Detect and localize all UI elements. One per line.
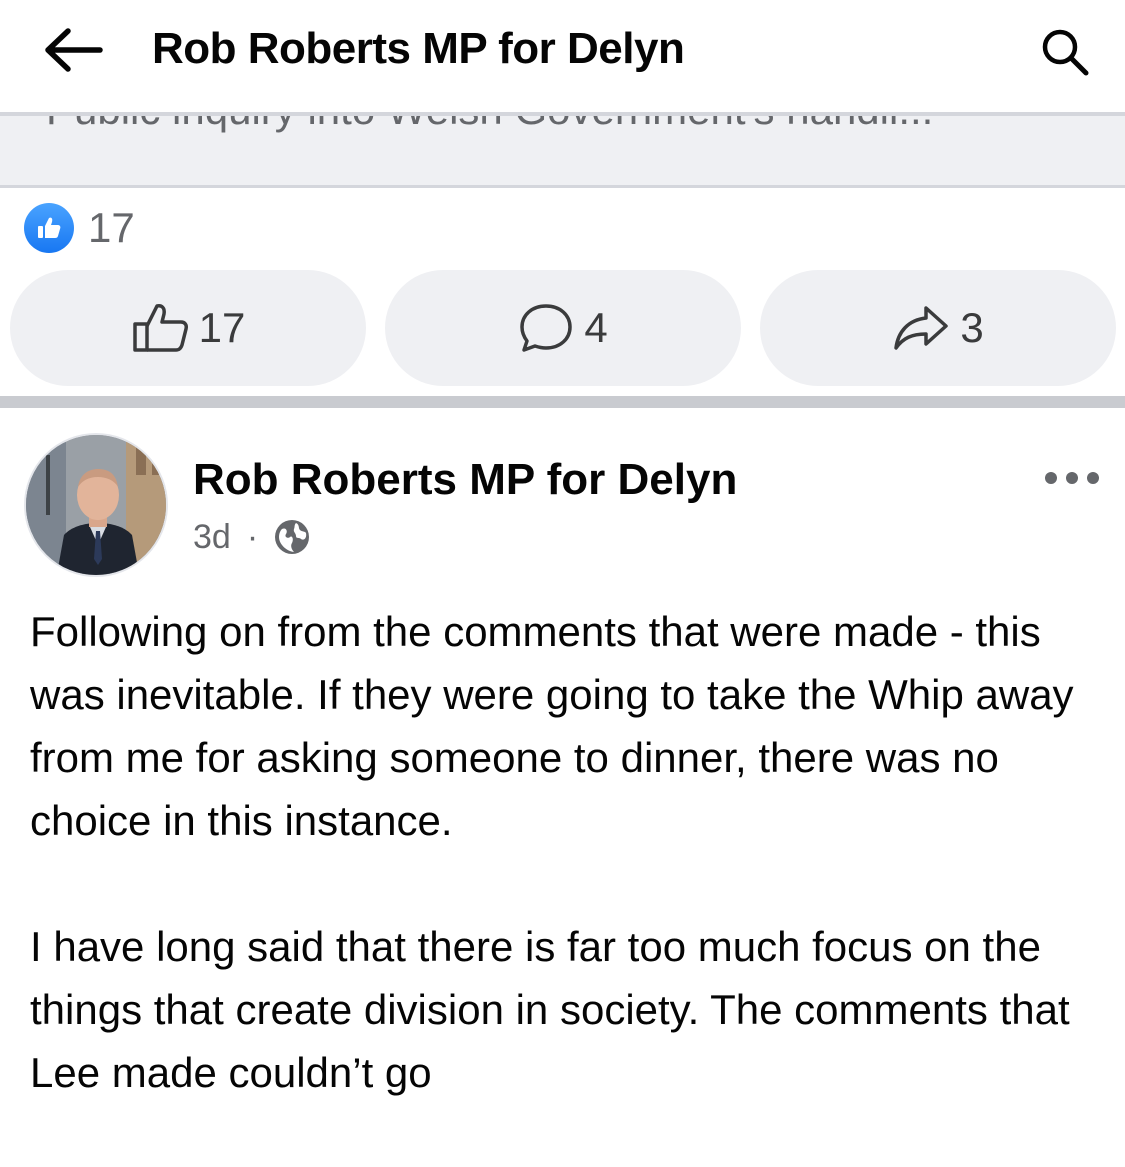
feed-divider xyxy=(0,396,1125,408)
post-paragraph: Following on from the comments that were… xyxy=(30,608,1074,844)
globe-icon xyxy=(275,520,310,554)
comment-bubble-icon xyxy=(520,304,573,352)
share-arrow-icon xyxy=(894,306,949,350)
reaction-summary[interactable]: 17 xyxy=(24,200,135,256)
like-button[interactable]: 17 xyxy=(10,270,366,386)
share-button[interactable]: 3 xyxy=(760,270,1116,386)
reaction-count: 17 xyxy=(88,204,135,251)
back-button[interactable] xyxy=(38,20,108,80)
top-bar: Rob Roberts MP for Delyn xyxy=(0,0,1125,112)
search-button[interactable] xyxy=(1032,22,1098,82)
search-icon xyxy=(1042,29,1089,76)
post-meta: 3d · xyxy=(193,515,310,559)
more-options-button[interactable] xyxy=(1040,456,1104,500)
like-count: 17 xyxy=(198,304,246,351)
post-actions: 17 4 3 xyxy=(10,270,1116,386)
thumbs-up-icon xyxy=(132,304,188,352)
like-reaction-icon xyxy=(24,203,74,253)
comment-count: 4 xyxy=(584,304,608,351)
share-count: 3 xyxy=(960,304,984,351)
page-title: Rob Roberts MP for Delyn xyxy=(152,24,685,73)
more-horizontal-icon xyxy=(1045,472,1099,484)
arrow-left-icon xyxy=(45,28,103,72)
post-paragraph: I have long said that there is far too m… xyxy=(30,923,1070,1096)
link-preview-title: Public inquiry into Welsh Government's h… xyxy=(46,116,933,134)
avatar[interactable] xyxy=(24,433,168,577)
comment-button[interactable]: 4 xyxy=(385,270,741,386)
post-author-name[interactable]: Rob Roberts MP for Delyn xyxy=(193,455,737,505)
post-timestamp[interactable]: 3d xyxy=(193,518,231,557)
link-preview[interactable]: Public inquiry into Welsh Government's h… xyxy=(0,112,1125,188)
meta-separator: · xyxy=(246,517,259,556)
post-text: Following on from the comments that were… xyxy=(30,600,1105,1167)
